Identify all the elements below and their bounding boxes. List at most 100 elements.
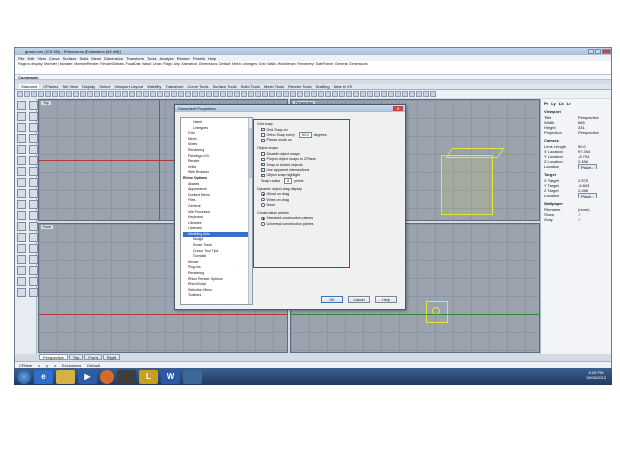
toolbar-tool-icon[interactable] xyxy=(178,91,184,97)
menu-item-help[interactable]: Help xyxy=(208,56,216,61)
modeling-tool-icon[interactable] xyxy=(17,244,26,253)
modeling-tool-icon[interactable] xyxy=(17,123,26,132)
tree-item[interactable]: Toolbars xyxy=(183,293,250,299)
toolbar-tab[interactable]: Set View xyxy=(62,84,78,89)
close-button[interactable] xyxy=(602,49,611,54)
osnap-highlight-checkbox[interactable]: ✓ xyxy=(261,174,265,178)
modeling-tool-icon[interactable] xyxy=(17,178,26,187)
wires-on-drag-radio[interactable] xyxy=(261,197,265,202)
standard-cplanes-radio[interactable] xyxy=(261,216,265,221)
menu-item-analyze[interactable]: Analyze xyxy=(159,56,173,61)
ortho-snap-checkbox[interactable] xyxy=(261,133,265,137)
toolbar-tab[interactable]: Drafting xyxy=(316,84,330,89)
toolbar-tool-icon[interactable] xyxy=(297,91,303,97)
modeling-tool-icon[interactable] xyxy=(17,222,26,231)
menu-item-surface[interactable]: Surface xyxy=(63,56,77,61)
none-drag-option[interactable]: None xyxy=(257,202,346,207)
office-icon[interactable] xyxy=(117,369,136,384)
internet-explorer-icon[interactable]: e xyxy=(34,369,53,384)
viewport-tab[interactable]: Front xyxy=(84,354,102,360)
toolbar-tool-icon[interactable] xyxy=(388,91,394,97)
disable-snaps-checkbox[interactable] xyxy=(261,152,265,156)
osnap-item[interactable]: Exclusions xyxy=(62,363,81,368)
toolbar-tool-icon[interactable] xyxy=(318,91,324,97)
toolbar-tool-icon[interactable] xyxy=(262,91,268,97)
viewport-tab[interactable]: Top xyxy=(68,354,84,360)
planar-mode-checkbox[interactable] xyxy=(261,138,265,143)
toolbar-tool-icon[interactable] xyxy=(136,91,142,97)
menu-item-solid[interactable]: Solid xyxy=(79,56,88,61)
toolbar-tool-icon[interactable] xyxy=(339,91,345,97)
grid-snap-checkbox[interactable] xyxy=(261,127,265,132)
property-value[interactable]: Place... xyxy=(578,193,610,198)
toolbar-tab[interactable]: Mesh Tools xyxy=(264,84,284,89)
modeling-tool-icon[interactable] xyxy=(29,189,38,198)
toolbar-tool-icon[interactable] xyxy=(59,91,65,97)
modeling-tool-icon[interactable] xyxy=(17,145,26,154)
toolbar-tool-icon[interactable] xyxy=(374,91,380,97)
apparent-intersections-checkbox[interactable]: ✓ xyxy=(261,168,265,172)
osnap-item[interactable]: x xyxy=(38,363,40,368)
toolbar-tab[interactable]: New in V5 xyxy=(334,84,352,89)
osnap-item[interactable]: Default xyxy=(87,363,100,368)
menu-item-render[interactable]: Render xyxy=(177,56,190,61)
word-icon[interactable]: W xyxy=(161,369,180,384)
toolbar-tool-icon[interactable] xyxy=(346,91,352,97)
panel-tab[interactable]: Pr xyxy=(544,101,548,106)
toolbar-tab[interactable]: Transform xyxy=(165,84,183,89)
toolbar-tool-icon[interactable] xyxy=(423,91,429,97)
toolbar-tool-icon[interactable] xyxy=(416,91,422,97)
toolbar-tool-icon[interactable] xyxy=(283,91,289,97)
toolbar-tab[interactable]: Standard xyxy=(19,84,40,89)
toolbar-tool-icon[interactable] xyxy=(38,91,44,97)
modeling-tool-icon[interactable] xyxy=(17,134,26,143)
modeling-tool-icon[interactable] xyxy=(29,288,38,297)
modeling-tool-icon[interactable] xyxy=(29,233,38,242)
file-explorer-icon[interactable] xyxy=(56,369,75,384)
modeling-tool-icon[interactable] xyxy=(17,266,26,275)
help-button[interactable]: Help xyxy=(375,296,397,303)
ghost-on-drag-radio[interactable] xyxy=(261,192,265,196)
toolbar-tab[interactable]: Curve Tools xyxy=(187,84,208,89)
tree-scrollbar[interactable] xyxy=(248,118,252,304)
toolbar-tool-icon[interactable] xyxy=(234,91,240,97)
toolbar-tool-icon[interactable] xyxy=(171,91,177,97)
toolbar-tool-icon[interactable] xyxy=(115,91,121,97)
ok-button[interactable]: OK xyxy=(321,296,343,303)
menu-item-transform[interactable]: Transform xyxy=(126,56,144,61)
toolbar-tool-icon[interactable] xyxy=(227,91,233,97)
toolbar-tool-icon[interactable] xyxy=(367,91,373,97)
toolbar-tool-icon[interactable] xyxy=(255,91,261,97)
menu-item-tools[interactable]: Tools xyxy=(147,56,156,61)
toolbar-tool-icon[interactable] xyxy=(150,91,156,97)
cancel-button[interactable]: Cancel xyxy=(348,296,370,303)
modeling-tool-icon[interactable] xyxy=(29,167,38,176)
toolbar-tool-icon[interactable] xyxy=(31,91,37,97)
toolbar-tool-icon[interactable] xyxy=(290,91,296,97)
toolbar-tool-icon[interactable] xyxy=(199,91,205,97)
menu-item-mesh[interactable]: Mesh xyxy=(91,56,101,61)
toolbar-tool-icon[interactable] xyxy=(311,91,317,97)
maximize-button[interactable] xyxy=(595,49,601,54)
modeling-tool-icon[interactable] xyxy=(17,255,26,264)
toolbar-tool-icon[interactable] xyxy=(157,91,163,97)
modeling-tool-icon[interactable] xyxy=(29,211,38,220)
system-tray-clock[interactable]: 8:26 PM 15/06/2013 xyxy=(586,370,606,380)
toolbar-tab[interactable]: Render Tools xyxy=(288,84,312,89)
toolbar-tool-icon[interactable] xyxy=(353,91,359,97)
toolbar-tool-icon[interactable] xyxy=(52,91,58,97)
toolbar-tool-icon[interactable] xyxy=(430,91,436,97)
modeling-tool-icon[interactable] xyxy=(29,178,38,187)
toolbar-tool-icon[interactable] xyxy=(360,91,366,97)
property-value[interactable]: ✓ xyxy=(578,217,610,222)
tree-scroll-thumb[interactable] xyxy=(249,128,252,178)
modeling-tool-icon[interactable] xyxy=(17,156,26,165)
place-button[interactable]: Place... xyxy=(578,193,598,198)
modeling-tool-icon[interactable] xyxy=(17,112,26,121)
osnap-item[interactable]: y xyxy=(46,363,48,368)
toolbar-tool-icon[interactable] xyxy=(304,91,310,97)
toolbar-tool-icon[interactable] xyxy=(129,91,135,97)
toolbar-tool-icon[interactable] xyxy=(122,91,128,97)
toolbar-tool-icon[interactable] xyxy=(381,91,387,97)
toolbar-tab[interactable]: Surface Tools xyxy=(212,84,236,89)
